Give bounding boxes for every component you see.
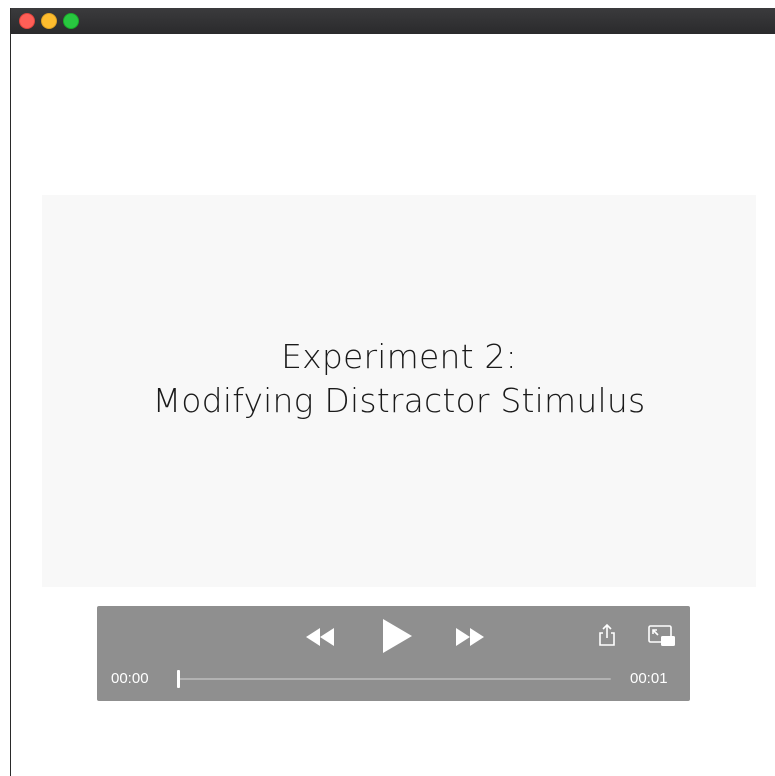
- play-button[interactable]: [379, 618, 415, 654]
- picture-in-picture-button[interactable]: [647, 624, 677, 648]
- slide-title: Experiment 2: Modifying Distractor Stimu…: [42, 335, 756, 423]
- slide-title-line-1: Experiment 2:: [281, 337, 517, 376]
- scrubber-handle[interactable]: [177, 670, 180, 688]
- progress-scrubber[interactable]: [177, 670, 611, 688]
- rewind-button[interactable]: [302, 625, 338, 649]
- app-window: Experiment 2: Modifying Distractor Stimu…: [10, 8, 775, 776]
- slide-title-line-2: Modifying Distractor Stimulus: [152, 381, 646, 420]
- fast-forward-icon: [456, 628, 484, 646]
- play-icon: [383, 619, 412, 653]
- elapsed-time: 00:00: [111, 670, 149, 687]
- share-icon: [599, 623, 615, 646]
- total-time: 00:01: [630, 670, 668, 687]
- fast-forward-button[interactable]: [452, 625, 488, 649]
- title-bar: [11, 8, 775, 34]
- rewind-icon: [306, 628, 334, 646]
- minimize-window-button[interactable]: [41, 13, 57, 29]
- close-window-button[interactable]: [19, 13, 35, 29]
- zoom-window-button[interactable]: [63, 13, 79, 29]
- picture-in-picture-icon: [648, 625, 675, 646]
- share-button[interactable]: [597, 623, 617, 647]
- video-frame: Experiment 2: Modifying Distractor Stimu…: [42, 195, 756, 587]
- video-controls: 00:00 00:01: [97, 606, 690, 701]
